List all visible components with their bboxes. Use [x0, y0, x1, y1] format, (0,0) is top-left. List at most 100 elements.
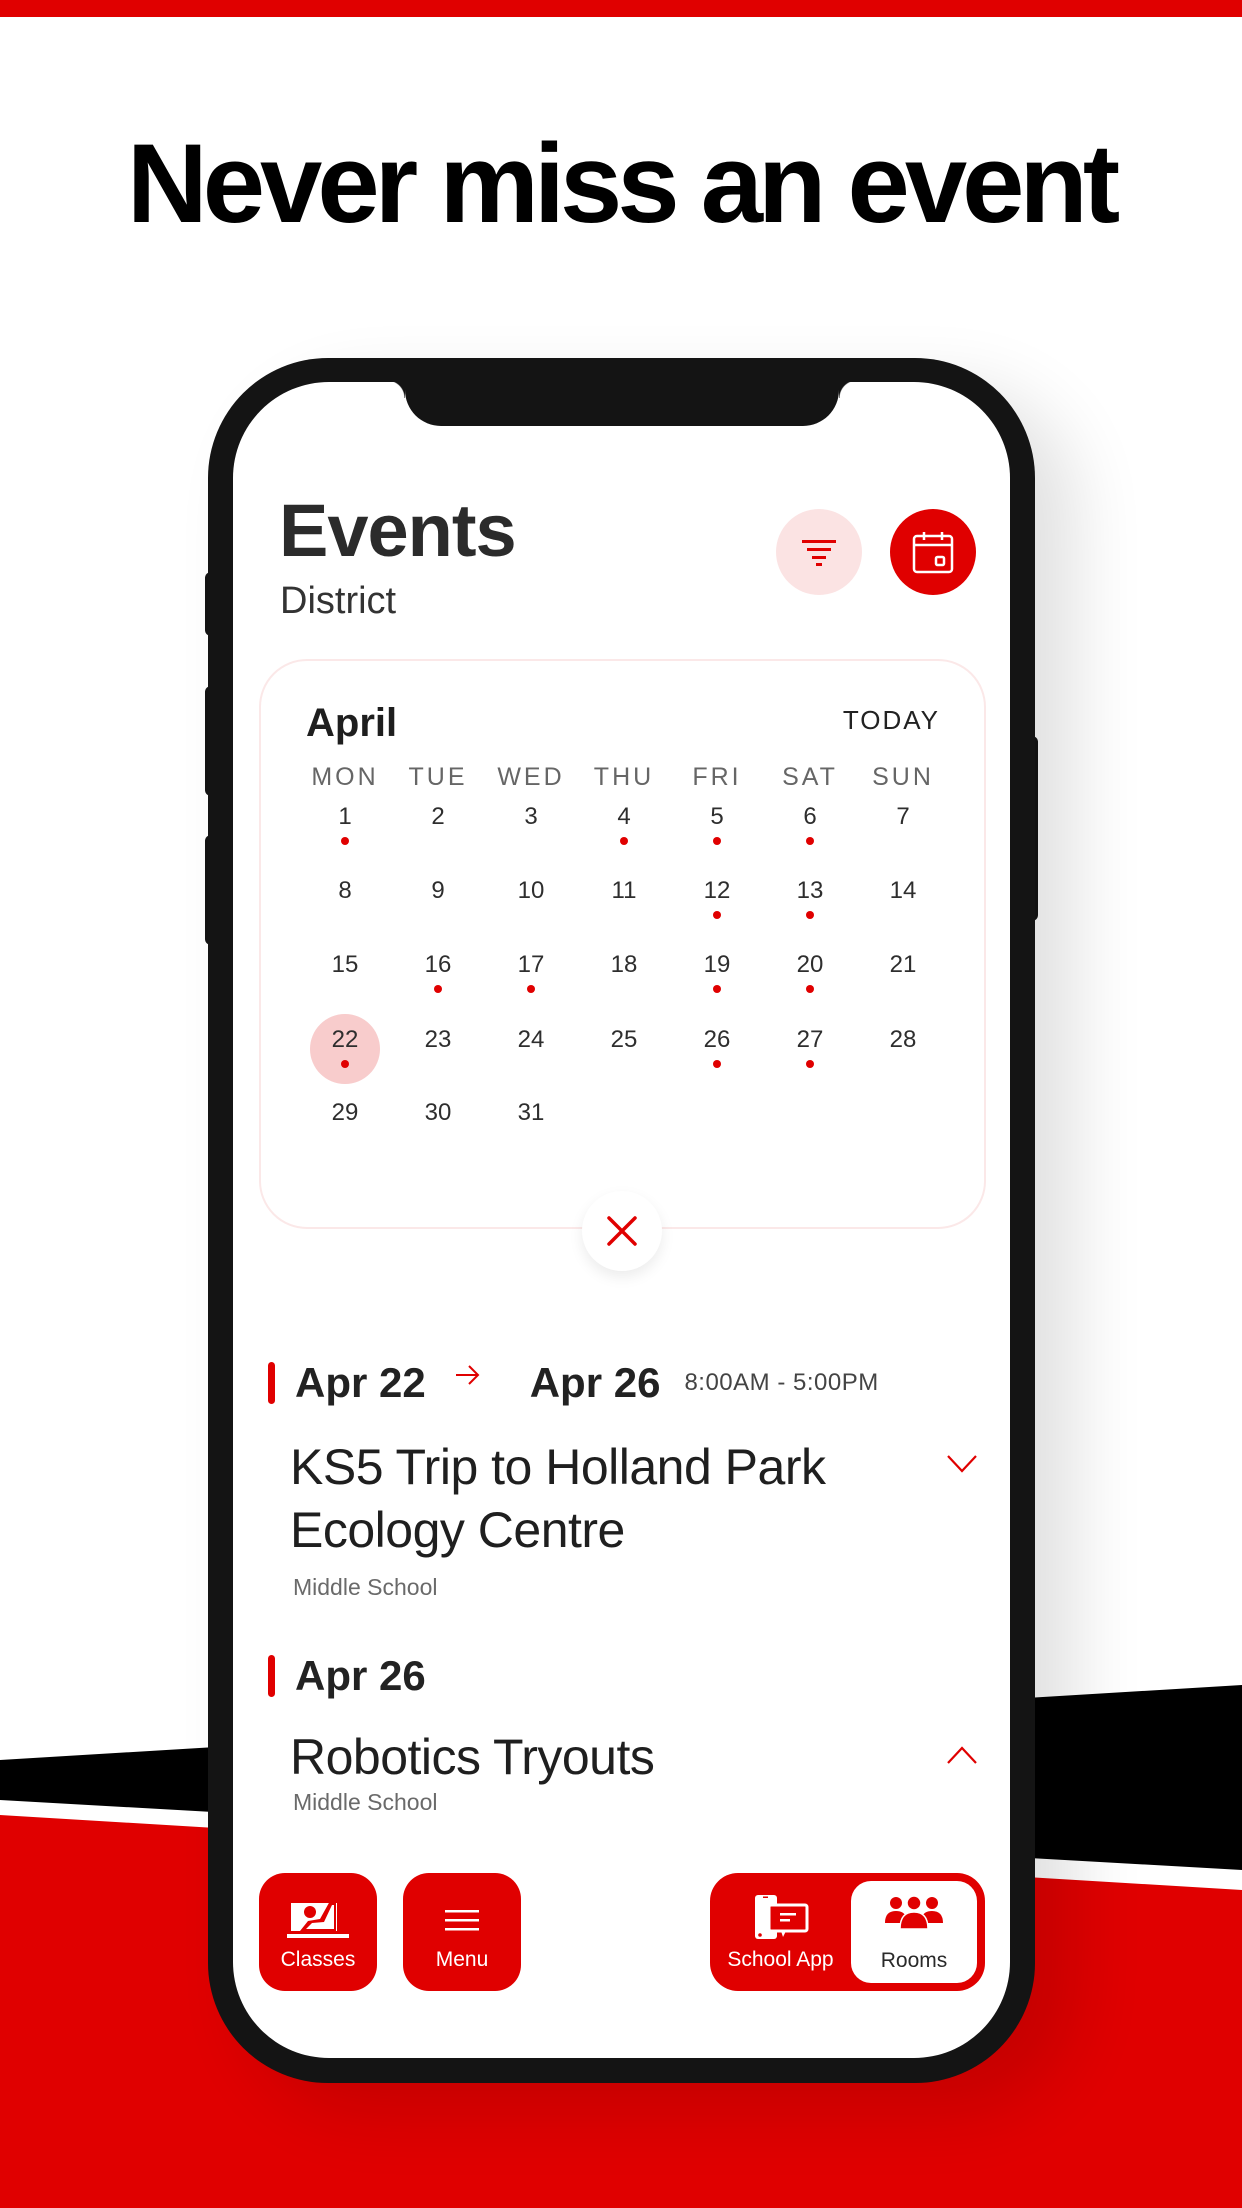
page-subtitle: District: [280, 580, 397, 622]
chevron-down-icon[interactable]: [946, 1453, 978, 1475]
day-number: 9: [431, 877, 445, 904]
calendar-day[interactable]: 18: [589, 939, 659, 1009]
nav-classes-label: Classes: [280, 1948, 356, 1971]
calendar-day[interactable]: 20: [775, 939, 845, 1009]
calendar-day[interactable]: 11: [589, 865, 659, 935]
nav-school-app-label: School App: [727, 1948, 834, 1971]
calendar-day[interactable]: 30: [403, 1087, 473, 1157]
event-dot-indicator: [806, 911, 814, 919]
today-button[interactable]: TODAY: [843, 707, 940, 733]
calendar-day[interactable]: 21: [868, 939, 938, 1009]
calendar-day[interactable]: 26: [682, 1014, 752, 1084]
app-switcher: School App Rooms: [710, 1873, 985, 1991]
event-dot-indicator: [341, 837, 349, 845]
nav-menu-button[interactable]: Menu: [403, 1873, 521, 1991]
day-number: 27: [796, 1026, 824, 1053]
calendar-day[interactable]: 10: [496, 865, 566, 935]
calendar-day[interactable]: 9: [403, 865, 473, 935]
nav-school-app-button[interactable]: School App: [710, 1873, 851, 1991]
event-dot-indicator: [713, 1060, 721, 1068]
event-school: Middle School: [293, 1574, 438, 1600]
event-dot-indicator: [713, 985, 721, 993]
event-time: 8:00AM - 5:00PM: [684, 1369, 879, 1396]
event-school: Middle School: [293, 1789, 438, 1815]
day-number: 8: [338, 877, 352, 904]
calendar-day[interactable]: 2: [403, 791, 473, 861]
day-number: 16: [424, 951, 452, 978]
event-start-date: Apr 22: [295, 1359, 426, 1406]
event-dot-indicator: [341, 1060, 349, 1068]
day-number: 5: [710, 803, 724, 830]
event-title[interactable]: KS5 Trip to Holland Park Ecology Centre: [290, 1436, 826, 1562]
school-app-icon: [754, 1895, 808, 1939]
event-title-line: KS5 Trip to Holland Park: [290, 1439, 826, 1495]
day-number: 20: [796, 951, 824, 978]
calendar-card: April TODAY MON TUE WED THU FRI SAT SUN 123456…: [259, 659, 986, 1229]
calendar-day[interactable]: 13: [775, 865, 845, 935]
nav-rooms-button[interactable]: Rooms: [851, 1881, 977, 1983]
calendar-day[interactable]: 16: [403, 939, 473, 1009]
calendar-view-button[interactable]: [890, 509, 976, 595]
day-number: 15: [331, 951, 359, 978]
day-number: 18: [610, 951, 638, 978]
calendar-day[interactable]: 28: [868, 1014, 938, 1084]
event-start-date: Apr 26: [295, 1652, 426, 1699]
day-number: 13: [796, 877, 824, 904]
calendar-day[interactable]: 15: [310, 939, 380, 1009]
calendar-day[interactable]: 7: [868, 791, 938, 861]
day-number: 2: [431, 803, 445, 830]
nav-classes-button[interactable]: Classes: [259, 1873, 377, 1991]
phone-screen: Events District April TODAY MON TUE WED THU…: [233, 382, 1010, 2058]
calendar-day[interactable]: 29: [310, 1087, 380, 1157]
phone-notch: [387, 382, 857, 426]
day-number: 11: [611, 877, 637, 904]
weekday-label: SAT: [782, 763, 838, 791]
filter-button[interactable]: [776, 509, 862, 595]
date-accent-bar: [268, 1362, 275, 1404]
calendar-day[interactable]: 8: [310, 865, 380, 935]
calendar-day[interactable]: 24: [496, 1014, 566, 1084]
day-number: 23: [424, 1026, 452, 1053]
calendar-day[interactable]: 27: [775, 1014, 845, 1084]
calendar-day[interactable]: 23: [403, 1014, 473, 1084]
calendar-day[interactable]: 3: [496, 791, 566, 861]
event-title-line: Ecology Centre: [290, 1502, 625, 1558]
day-number: 4: [617, 803, 631, 830]
weekday-label: SUN: [872, 763, 934, 791]
date-accent-bar: [268, 1655, 275, 1697]
headline: Never miss an event: [126, 121, 1120, 246]
calendar-day[interactable]: 19: [682, 939, 752, 1009]
calendar-day[interactable]: 4: [589, 791, 659, 861]
calendar-day[interactable]: 1: [310, 791, 380, 861]
event-title-line: Robotics Tryouts: [290, 1729, 655, 1785]
event-dot-indicator: [713, 837, 721, 845]
calendar-day[interactable]: 6: [775, 791, 845, 861]
day-number: 26: [703, 1026, 731, 1053]
day-number: 6: [803, 803, 817, 830]
calendar-day[interactable]: 14: [868, 865, 938, 935]
event-dot-indicator: [806, 1060, 814, 1068]
day-number: 10: [517, 877, 545, 904]
event-title[interactable]: Robotics Tryouts: [290, 1726, 655, 1789]
calendar-day[interactable]: 31: [496, 1087, 566, 1157]
event-dot-indicator: [434, 985, 442, 993]
day-number: 28: [889, 1026, 917, 1053]
nav-rooms-label: Rooms: [880, 1949, 948, 1972]
calendar-month: April: [306, 701, 398, 745]
event-end-date: Apr 26: [529, 1359, 661, 1406]
calendar-day[interactable]: 5: [682, 791, 752, 861]
calendar-day-selected[interactable]: 22: [310, 1014, 380, 1084]
day-number: 1: [338, 803, 352, 830]
event-dot-indicator: [713, 911, 721, 919]
calendar-day[interactable]: 25: [589, 1014, 659, 1084]
calendar-day[interactable]: 12: [682, 865, 752, 935]
calendar-day[interactable]: 17: [496, 939, 566, 1009]
day-number: 31: [517, 1099, 545, 1126]
event-date-range: Apr 22 Apr 26 8:00AM - 5:00PM: [268, 1362, 879, 1404]
event-date: Apr 26: [268, 1655, 426, 1697]
day-number: 7: [896, 803, 910, 830]
day-number: 21: [889, 951, 917, 978]
day-number: 14: [889, 877, 917, 904]
chevron-up-icon[interactable]: [946, 1744, 978, 1766]
close-calendar-button[interactable]: [582, 1191, 662, 1271]
